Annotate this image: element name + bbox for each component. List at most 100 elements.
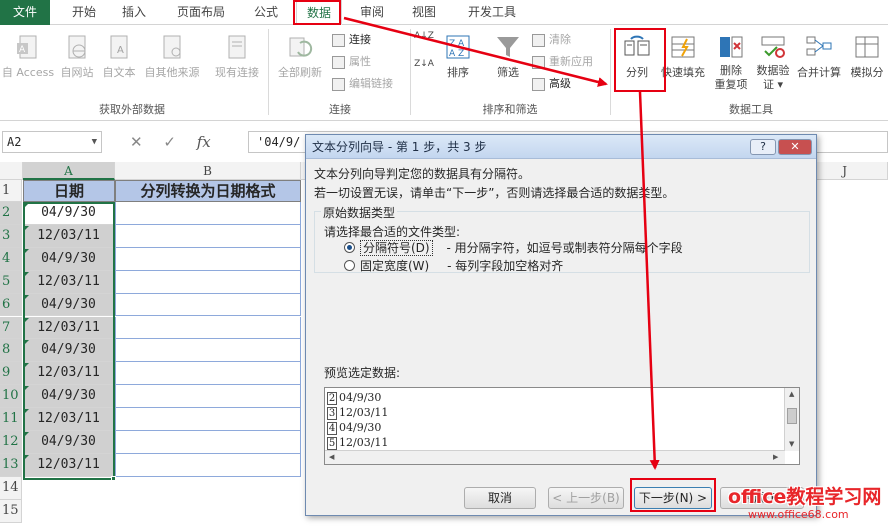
tab-page-layout[interactable]: 页面布局	[168, 0, 234, 25]
date-cell[interactable]: 04/9/30	[23, 293, 115, 317]
column-header-a[interactable]: A	[23, 162, 115, 180]
from-web-button[interactable]: 自网站	[56, 33, 98, 80]
row-header[interactable]: 13	[0, 453, 22, 477]
column-header-b[interactable]: B	[115, 162, 301, 180]
date-cell[interactable]: 12/03/11	[23, 362, 115, 386]
row-header[interactable]: 1	[0, 180, 22, 202]
cancel-button[interactable]: 取消	[464, 487, 536, 509]
scroll-right-icon[interactable]: ▶	[773, 453, 778, 461]
date-value: 12/03/11	[37, 411, 100, 427]
fill-handle[interactable]	[111, 476, 116, 481]
clear-filter-button[interactable]: 清除	[532, 31, 571, 49]
row-header[interactable]: 9	[0, 362, 22, 386]
scroll-thumb[interactable]	[787, 408, 797, 424]
group-label-get-external-data: 获取外部数据	[99, 103, 165, 116]
consolidate-button[interactable]: 合并计算	[794, 33, 844, 80]
row-header[interactable]: 4	[0, 247, 22, 271]
tab-formulas[interactable]: 公式	[244, 0, 288, 25]
enter-check-icon[interactable]: ✓	[163, 133, 176, 151]
scroll-up-icon[interactable]: ▲	[789, 390, 794, 398]
name-box[interactable]: A2 ▼	[2, 131, 102, 153]
date-cell[interactable]: 12/03/11	[23, 270, 115, 294]
tab-insert[interactable]: 插入	[112, 0, 156, 25]
next-button[interactable]: 下一步(N) >	[634, 487, 712, 509]
flash-fill-button[interactable]: 快速填充	[658, 33, 708, 80]
text-to-columns-dialog: 文本分列向导 - 第 1 步，共 3 步 ? ✕ 文本分列向导判定您的数据具有分…	[305, 134, 817, 516]
remove-duplicates-button[interactable]: 删除 重复项	[710, 33, 752, 92]
row-header[interactable]: 7	[0, 316, 22, 340]
reapply-button[interactable]: 重新应用	[532, 53, 593, 71]
tab-file[interactable]: 文件	[0, 0, 50, 25]
date-cell[interactable]: 04/9/30	[23, 431, 115, 454]
radio-fixed-width[interactable]: 固定宽度(W) - 每列字段加空格对齐	[344, 257, 563, 274]
empty-cell[interactable]	[115, 270, 301, 294]
advanced-filter-button[interactable]: 高级	[532, 75, 571, 93]
row-header[interactable]: 3	[0, 224, 22, 248]
select-all-corner[interactable]	[0, 162, 23, 180]
empty-cell[interactable]	[115, 247, 301, 271]
back-button[interactable]: < 上一步(B)	[548, 487, 624, 509]
tab-home[interactable]: 开始	[62, 0, 106, 25]
sort-button[interactable]: Z AA Z 排序	[440, 33, 476, 80]
empty-cell[interactable]	[115, 293, 301, 317]
date-cell[interactable]: 04/9/30	[23, 339, 115, 363]
date-cell[interactable]: 04/9/30	[23, 202, 115, 225]
row-header[interactable]: 10	[0, 385, 22, 409]
empty-cell[interactable]	[115, 316, 301, 340]
tab-data[interactable]: 数据	[296, 0, 342, 25]
header-cell-date[interactable]: 日期	[23, 180, 115, 202]
row-header[interactable]: 15	[0, 499, 22, 523]
insert-function-icon[interactable]: fx	[197, 133, 211, 151]
existing-connections-button[interactable]: 现有连接	[210, 33, 264, 80]
from-text-button[interactable]: A 自文本	[98, 33, 140, 80]
empty-cell[interactable]	[115, 224, 301, 248]
row-header[interactable]: 8	[0, 339, 22, 363]
from-other-sources-button[interactable]: 自其他来源	[140, 33, 204, 80]
refresh-all-button[interactable]: 全部刷新	[272, 33, 328, 80]
date-cell[interactable]: 12/03/11	[23, 408, 115, 431]
date-cell[interactable]: 04/9/30	[23, 385, 115, 409]
date-cell[interactable]: 12/03/11	[23, 453, 115, 477]
date-cell[interactable]: 12/03/11	[23, 224, 115, 248]
empty-cell[interactable]	[115, 339, 301, 363]
error-indicator-icon	[24, 271, 29, 277]
row-header[interactable]: 5	[0, 270, 22, 294]
what-if-analysis-button[interactable]: 模拟分	[846, 33, 888, 80]
empty-cell[interactable]	[115, 385, 301, 409]
filter-button[interactable]: 筛选	[488, 33, 528, 80]
empty-cell[interactable]	[115, 408, 301, 431]
text-to-columns-button[interactable]: 分列	[618, 33, 656, 80]
data-preview-box[interactable]: 2 04/9/30 3 12/03/11 4 04/9/30 5 12/03/11 ▲ ▼ ◀…	[324, 387, 800, 465]
date-cell[interactable]: 12/03/11	[23, 316, 115, 340]
date-cell[interactable]: 04/9/30	[23, 247, 115, 271]
empty-cell[interactable]	[115, 453, 301, 477]
row-header[interactable]: 6	[0, 293, 22, 317]
scroll-left-icon[interactable]: ◀	[329, 453, 334, 461]
preview-horizontal-scrollbar[interactable]: ◀ ▶	[325, 450, 785, 464]
radio-delimited[interactable]: 分隔符号(D) - 用分隔字符，如逗号或制表符分隔每个字段	[344, 239, 683, 256]
empty-cell[interactable]	[115, 431, 301, 454]
row-header[interactable]: 12	[0, 431, 22, 454]
sort-az-button[interactable]: A↓Z	[414, 31, 434, 41]
help-button[interactable]: ?	[750, 139, 776, 155]
row-header[interactable]: 14	[0, 476, 22, 500]
connections-button[interactable]: 连接	[332, 31, 371, 49]
close-button[interactable]: ✕	[778, 139, 812, 155]
row-header[interactable]: 2	[0, 202, 22, 225]
edit-links-button[interactable]: 编辑链接	[332, 75, 393, 93]
preview-vertical-scrollbar[interactable]: ▲ ▼	[784, 388, 799, 451]
properties-button[interactable]: 属性	[332, 53, 371, 71]
cancel-x-icon[interactable]: ✕	[130, 133, 143, 151]
tab-view[interactable]: 视图	[402, 0, 446, 25]
tab-review[interactable]: 审阅	[350, 0, 394, 25]
tab-developer[interactable]: 开发工具	[460, 0, 524, 25]
header-cell-convert[interactable]: 分列转换为日期格式	[115, 180, 301, 202]
empty-cell[interactable]	[115, 202, 301, 225]
scroll-down-icon[interactable]: ▼	[789, 440, 794, 448]
svg-text:A: A	[117, 45, 124, 56]
from-access-button[interactable]: A 自 Access	[0, 33, 56, 80]
sort-za-button[interactable]: Z↓A	[414, 59, 434, 69]
data-validation-button[interactable]: 数据验 证 ▾	[752, 33, 794, 92]
row-header[interactable]: 11	[0, 408, 22, 431]
empty-cell[interactable]	[115, 362, 301, 386]
